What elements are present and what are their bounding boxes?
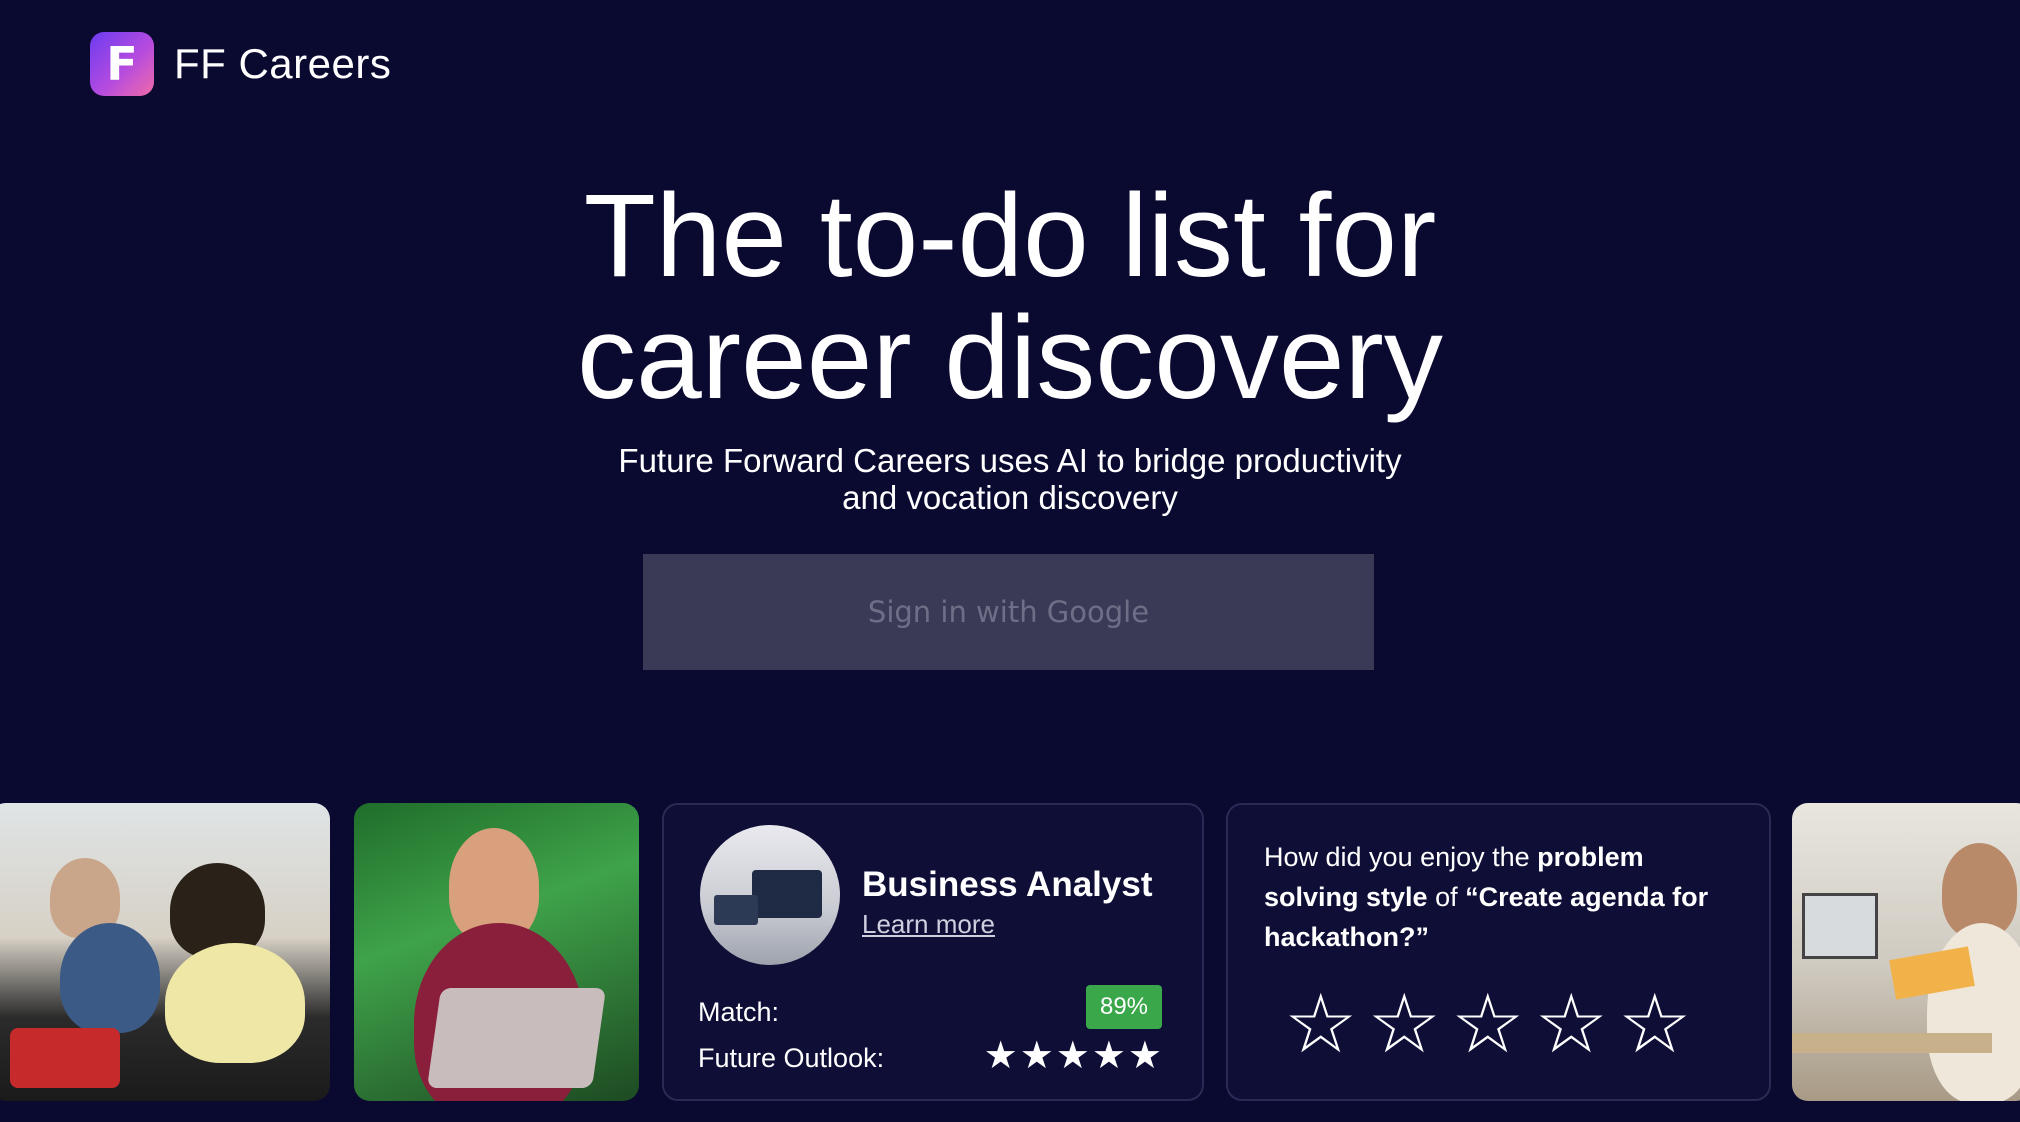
students-photo [0,803,330,1101]
feedback-prefix: How did you enjoy the [1264,842,1538,872]
hero-subtitle-line2: and vocation discovery [842,479,1178,516]
hero-subtitle: Future Forward Careers uses AI to bridge… [0,442,2020,516]
hero-subtitle-line1: Future Forward Careers uses AI to bridge… [618,442,1402,479]
match-label: Match: [698,997,780,1027]
hero-title: The to-do list for career discovery [0,175,2020,419]
business-analyst-avatar [700,825,840,965]
feedback-middle: of [1427,882,1466,912]
career-match-card[interactable]: Business Analyst Learn more Match: 89% F… [662,803,1204,1101]
ff-logo-icon: F [90,32,154,96]
outlook-label: Future Outlook: [698,1043,885,1073]
woman-laptop-photo [354,803,639,1101]
learn-more-link[interactable]: Learn more [862,909,995,940]
google-signin-button[interactable]: Sign in with Google [643,554,1374,670]
feedback-question: How did you enjoy the problem solving st… [1264,837,1734,957]
career-title: Business Analyst [862,865,1153,904]
brand-logo[interactable]: F FF Careers [90,32,391,96]
man-reading-photo [1792,803,2020,1101]
feedback-card: How did you enjoy the problem solving st… [1226,803,1771,1101]
hero-title-line2: career discovery [577,292,1443,424]
star-rating-input[interactable]: ☆☆☆☆☆ [1284,977,1702,1072]
match-badge: 89% [1086,985,1162,1029]
brand-name: FF Careers [174,40,392,87]
hero-title-line1: The to-do list for [583,170,1437,302]
outlook-stars: ★★★★★ [983,1033,1164,1077]
